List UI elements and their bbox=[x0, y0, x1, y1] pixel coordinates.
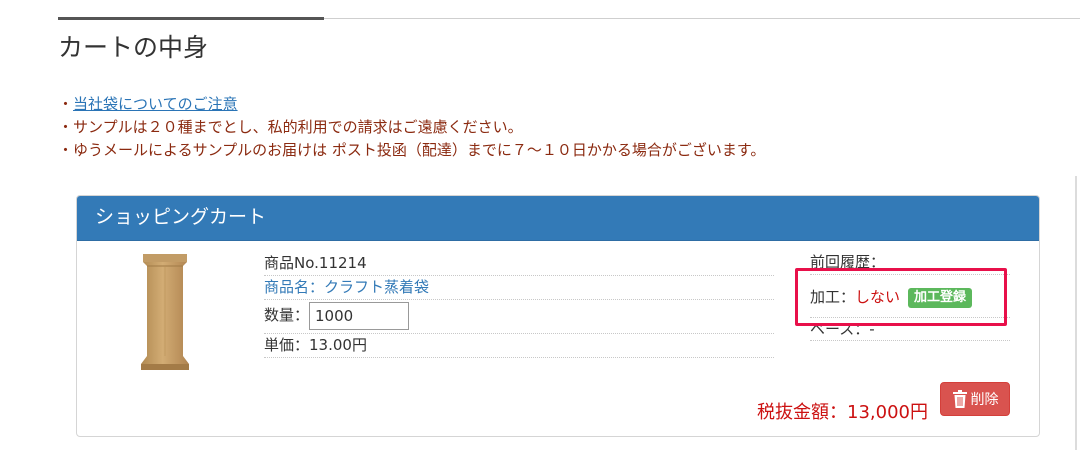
product-name[interactable]: 商品名：クラフト蒸着袋 bbox=[264, 276, 774, 300]
note-bullet: ・ bbox=[58, 118, 74, 136]
note-link-line: ・当社袋についてのご注意 bbox=[58, 93, 765, 116]
trash-icon bbox=[952, 390, 967, 408]
highlight-annotation bbox=[795, 268, 1007, 326]
note-bullet: ・ bbox=[58, 95, 74, 113]
bag-notice-link[interactable]: 当社袋についてのご注意 bbox=[73, 95, 238, 113]
quantity-row: 数量： bbox=[264, 300, 774, 334]
subtotal-excl-tax: 税抜金額：13,000円 bbox=[757, 402, 928, 423]
cart-notes: ・当社袋についてのご注意 ・サンプルは２０種までとし、私的利用での請求はご遠慮く… bbox=[58, 93, 765, 162]
kraft-bag-image bbox=[141, 254, 189, 370]
note-delivery: ・ゆうメールによるサンプルのお届けは ポスト投函（配達）までに７～１０日かかる場… bbox=[58, 139, 765, 162]
note-sample-limit-text: サンプルは２０種までとし、私的利用での請求はご遠慮ください。 bbox=[73, 118, 523, 136]
note-bullet: ・ bbox=[58, 141, 74, 159]
scroll-edge bbox=[1075, 176, 1077, 450]
title-rule-accent bbox=[58, 17, 324, 20]
note-sample-limit: ・サンプルは２０種までとし、私的利用での請求はご遠慮ください。 bbox=[58, 116, 765, 139]
shopping-cart-panel: ショッピングカート 商品No.11214 商品名：クラフト蒸着袋 数量：1000… bbox=[76, 195, 1040, 437]
page-title: カートの中身 bbox=[58, 33, 209, 62]
quantity-label: 数量： bbox=[264, 306, 310, 324]
cart-page: カートの中身 ・当社袋についてのご注意 ・サンプルは２０種までとし、私的利用での… bbox=[0, 0, 1080, 450]
note-delivery-text: ゆうメールによるサンプルのお届けは ポスト投函（配達）までに７～１０日かかる場合… bbox=[73, 141, 766, 159]
unit-price: 単価：13.00円 bbox=[264, 334, 774, 358]
delete-button-label: 削除 bbox=[970, 392, 999, 408]
product-image bbox=[137, 252, 193, 372]
product-number: 商品No.11214 bbox=[264, 252, 774, 276]
delete-button[interactable]: 削除 bbox=[940, 382, 1010, 416]
item-info: 商品No.11214 商品名：クラフト蒸着袋 数量： 単価：13.00円 bbox=[264, 252, 774, 358]
quantity-input[interactable] bbox=[309, 301, 410, 330]
cart-header: ショッピングカート bbox=[77, 196, 1039, 241]
